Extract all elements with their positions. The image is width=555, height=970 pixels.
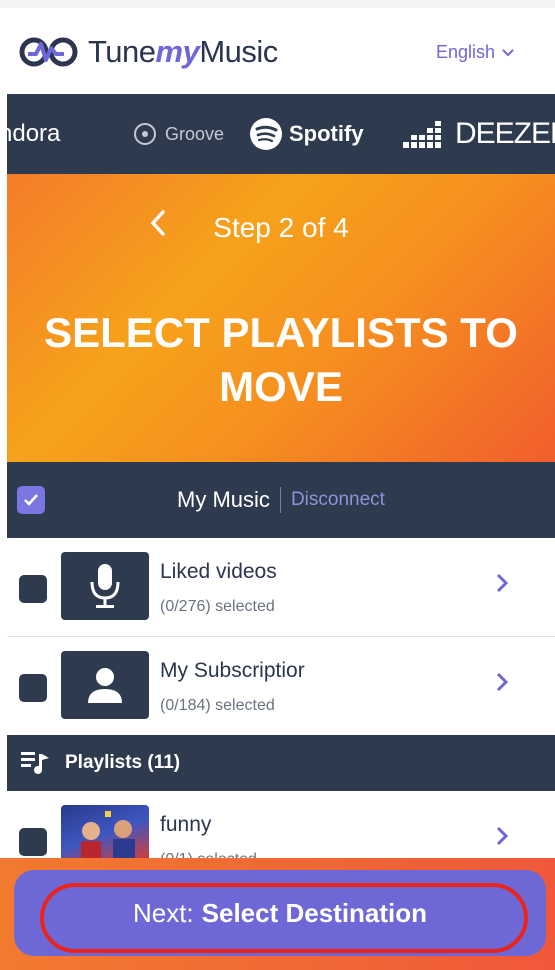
back-chevron-icon[interactable] — [147, 208, 169, 238]
logo-text-tune: Tune — [88, 34, 156, 69]
list-item[interactable]: My Subscriptior (0/184) selected — [7, 637, 555, 736]
chevron-right-icon[interactable] — [495, 825, 509, 847]
item-selected-count: (0/276) selected — [160, 598, 275, 615]
page-title-line2: MOVE — [219, 363, 343, 410]
chevron-down-icon — [502, 48, 514, 56]
logo-icon — [19, 37, 78, 67]
logo-text-music: Music — [199, 34, 278, 69]
service-spotify: Spotify — [249, 94, 364, 174]
service-deezer: DEEZER — [403, 94, 555, 174]
item-checkbox[interactable] — [19, 828, 47, 856]
service-groove: Groove — [133, 94, 224, 174]
account-info: My Music Disconnect — [7, 462, 555, 538]
services-carousel: ndora Groove Spotify DEEZER — [7, 94, 555, 174]
tunemymusic-logo[interactable]: TunemyMusic — [18, 32, 278, 72]
service-pandora-label: ndora — [7, 120, 61, 147]
step-label: Step 2 of 4 — [213, 212, 349, 243]
next-select-destination-button[interactable]: Next: Select Destination — [14, 870, 546, 956]
microphone-icon — [90, 564, 120, 608]
service-pandora: ndora — [7, 94, 60, 174]
item-selected-count: (0/184) selected — [160, 697, 275, 714]
disconnect-link[interactable]: Disconnect — [291, 489, 385, 511]
item-thumbnail — [61, 651, 149, 719]
account-bar: My Music Disconnect — [7, 462, 555, 538]
deezer-bars-icon — [403, 121, 441, 148]
groove-icon — [134, 123, 156, 145]
next-button-prefix: Next: — [132, 897, 194, 928]
service-deezer-label: DEEZER — [455, 117, 555, 150]
hero-banner: Step 2 of 4 SELECT PLAYLISTS TO MOVE — [7, 174, 555, 462]
logo-text-my: my — [155, 34, 200, 69]
item-title: Liked videos — [160, 560, 277, 583]
page-title-line1: SELECT PLAYLISTS TO — [44, 309, 518, 356]
playlists-header: Playlists (11) — [7, 735, 555, 791]
playlists-header-label: Playlists (11) — [65, 752, 181, 773]
item-thumbnail — [61, 552, 149, 620]
item-checkbox[interactable] — [19, 575, 47, 603]
service-spotify-label: Spotify — [289, 121, 364, 146]
logo-text: TunemyMusic — [88, 34, 278, 70]
chevron-right-icon[interactable] — [495, 572, 509, 594]
item-checkbox[interactable] — [19, 674, 47, 702]
divider — [279, 487, 281, 513]
step-indicator: Step 2 of 4 — [7, 210, 555, 244]
footer-bar: Next: Select Destination — [0, 858, 555, 970]
item-title: My Subscriptior — [160, 659, 305, 682]
next-button-label: Select Destination — [201, 897, 428, 928]
list-item[interactable]: Liked videos (0/276) selected — [7, 538, 555, 637]
language-label: English — [435, 42, 495, 62]
page-title: SELECT PLAYLISTS TO MOVE — [7, 306, 555, 414]
item-title: funny — [160, 813, 212, 836]
person-icon — [88, 668, 122, 703]
app-header: TunemyMusic English — [0, 8, 555, 94]
service-groove-label: Groove — [165, 123, 225, 144]
chevron-right-icon[interactable] — [495, 671, 509, 693]
language-selector[interactable]: English — [436, 42, 515, 63]
spotify-icon — [250, 118, 282, 150]
playlist-icon — [21, 752, 49, 774]
top-strip — [0, 0, 555, 8]
account-name: My Music — [177, 487, 270, 512]
